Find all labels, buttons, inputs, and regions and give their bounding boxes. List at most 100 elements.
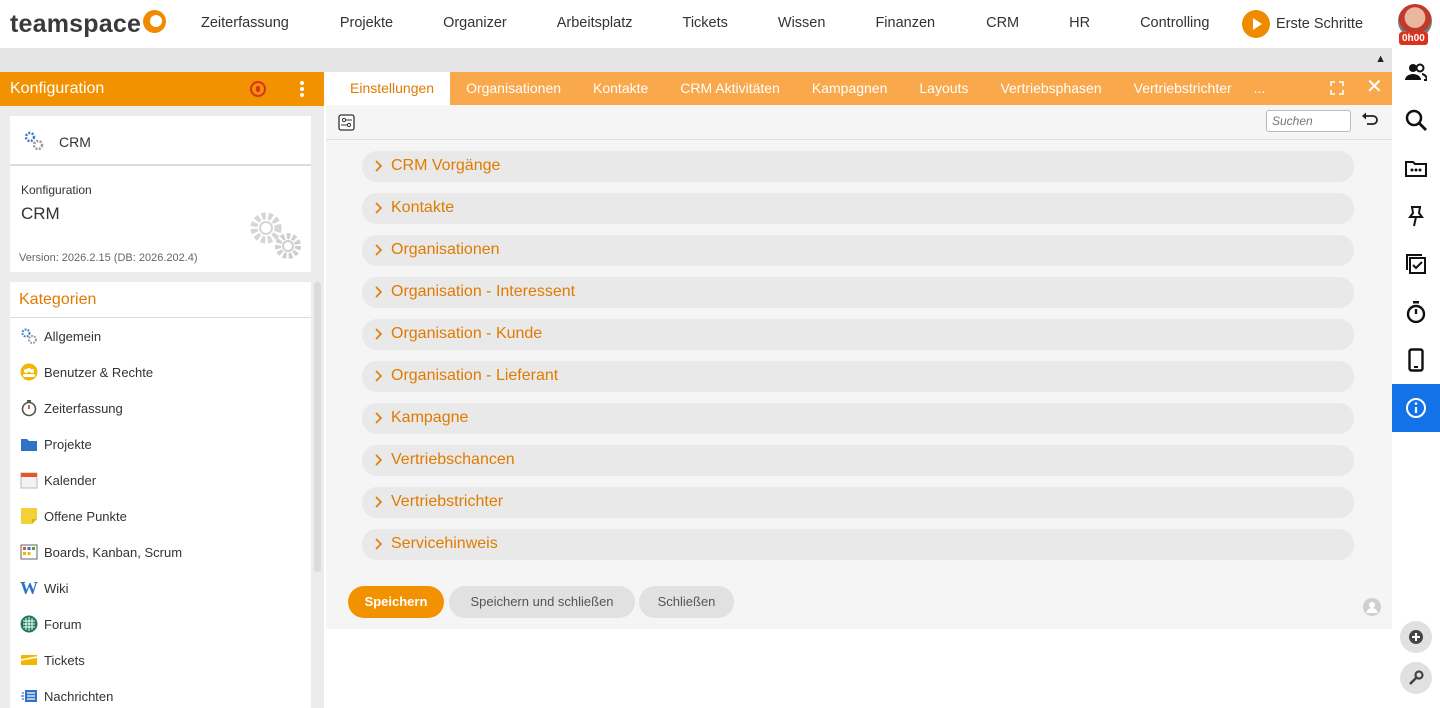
undo-icon[interactable] xyxy=(1361,111,1379,132)
section-title: Vertriebschancen xyxy=(391,451,515,468)
chevron-right-icon xyxy=(375,286,383,298)
save-and-close-button[interactable]: Speichern und schließen xyxy=(449,586,635,618)
category-allgemein[interactable]: Allgemein xyxy=(10,318,311,354)
nav-item-organizer[interactable]: Organizer xyxy=(443,0,507,48)
mobile-button[interactable] xyxy=(1392,336,1440,384)
tab-more[interactable]: ... xyxy=(1248,72,1274,105)
section-organisation-kunde[interactable]: Organisation - Kunde xyxy=(362,319,1354,350)
tab-einstellungen[interactable]: Einstellungen xyxy=(326,72,451,105)
more-options-icon[interactable] xyxy=(296,80,308,98)
logo[interactable]: teamspace xyxy=(10,10,141,39)
nav-item-projekte[interactable]: Projekte xyxy=(340,0,393,48)
first-steps-button[interactable]: Erste Schritte xyxy=(1242,10,1363,38)
section-kontakte[interactable]: Kontakte xyxy=(362,193,1354,224)
category-kalender[interactable]: Kalender xyxy=(10,462,311,498)
tab-layouts[interactable]: Layouts xyxy=(903,72,984,105)
tab-organisationen[interactable]: Organisationen xyxy=(450,72,577,105)
folder-dots-icon xyxy=(1405,161,1427,177)
close-button[interactable]: Schließen xyxy=(639,586,734,618)
tab-kampagnen[interactable]: Kampagnen xyxy=(796,72,904,105)
nav-item-crm[interactable]: CRM xyxy=(986,0,1019,48)
crm-name: CRM xyxy=(59,134,91,150)
tab-crm-aktivitaeten[interactable]: CRM Aktivitäten xyxy=(664,72,796,105)
settings-panel-icon[interactable] xyxy=(338,114,355,131)
tasks-button[interactable] xyxy=(1392,240,1440,288)
settings-content: CRM Vorgänge Kontakte Organisationen Org… xyxy=(326,140,1392,629)
category-label: Benutzer & Rechte xyxy=(44,364,154,380)
inbox-button[interactable] xyxy=(1392,144,1440,192)
fullscreen-icon[interactable] xyxy=(1330,81,1344,95)
config-label: Konfiguration xyxy=(21,183,92,197)
categories-title: Kategorien xyxy=(10,282,311,318)
contacts-button[interactable] xyxy=(1392,48,1440,96)
section-organisation-interessent[interactable]: Organisation - Interessent xyxy=(362,277,1354,308)
chevron-right-icon xyxy=(375,244,383,256)
info-icon xyxy=(1406,398,1426,418)
section-organisation-lieferant[interactable]: Organisation - Lieferant xyxy=(362,361,1354,392)
user-icon[interactable] xyxy=(1363,598,1381,616)
chevron-right-icon xyxy=(375,538,383,550)
category-wiki[interactable]: W Wiki xyxy=(10,570,311,606)
avatar[interactable]: 0h00 xyxy=(1398,4,1434,45)
category-zeiterfassung[interactable]: Zeiterfassung xyxy=(10,390,311,426)
section-vertriebstrichter[interactable]: Vertriebstrichter xyxy=(362,487,1354,518)
tools-button[interactable] xyxy=(1400,662,1432,694)
crm-row[interactable]: CRM xyxy=(10,116,311,166)
nav-item-wissen[interactable]: Wissen xyxy=(778,0,826,48)
add-widget-button[interactable] xyxy=(1400,621,1432,653)
pin-icon xyxy=(1408,206,1424,227)
category-label: Boards, Kanban, Scrum xyxy=(44,544,183,560)
tab-vertriebsphasen[interactable]: Vertriebsphasen xyxy=(984,72,1117,105)
category-label: Tickets xyxy=(44,652,85,668)
info-button[interactable] xyxy=(1392,384,1440,432)
category-projekte[interactable]: Projekte xyxy=(10,426,311,462)
category-offene-punkte[interactable]: Offene Punkte xyxy=(10,498,311,534)
chevron-right-icon xyxy=(375,370,383,382)
section-title: Organisation - Lieferant xyxy=(391,367,559,384)
section-kampagne[interactable]: Kampagne xyxy=(362,403,1354,434)
bug-icon[interactable] xyxy=(250,81,266,97)
chevron-right-icon xyxy=(375,160,383,172)
timer-button[interactable] xyxy=(1392,288,1440,336)
category-tickets[interactable]: Tickets xyxy=(10,642,311,678)
category-forum[interactable]: Forum xyxy=(10,606,311,642)
panel-title: Konfiguration xyxy=(10,80,105,97)
sticky-note-icon xyxy=(20,507,38,525)
search-icon xyxy=(1405,109,1427,131)
category-benutzer-rechte[interactable]: Benutzer & Rechte xyxy=(10,354,311,390)
search-button[interactable] xyxy=(1392,96,1440,144)
nav-item-controlling[interactable]: Controlling xyxy=(1140,0,1209,48)
nav-item-zeiterfassung[interactable]: Zeiterfassung xyxy=(201,0,289,48)
calendar-icon xyxy=(20,471,38,489)
nav-item-arbeitsplatz[interactable]: Arbeitsplatz xyxy=(557,0,633,48)
chevron-right-icon xyxy=(375,454,383,466)
section-title: Kontakte xyxy=(391,199,455,216)
footer-actions: Speichern Speichern und schließen Schlie… xyxy=(326,571,1392,639)
section-title: Kampagne xyxy=(391,409,469,426)
category-label: Offene Punkte xyxy=(44,508,127,524)
section-crm-vorgaenge[interactable]: CRM Vorgänge xyxy=(362,151,1354,182)
section-vertriebschancen[interactable]: Vertriebschancen xyxy=(362,445,1354,476)
nav-item-hr[interactable]: HR xyxy=(1069,0,1090,48)
category-nachrichten[interactable]: Nachrichten xyxy=(10,678,311,708)
collapse-up-icon[interactable]: ▲ xyxy=(1375,53,1386,65)
board-icon xyxy=(20,543,38,561)
tab-kontakte[interactable]: Kontakte xyxy=(577,72,664,105)
section-organisationen[interactable]: Organisationen xyxy=(362,235,1354,266)
tab-vertriebstrichter[interactable]: Vertriebstrichter xyxy=(1118,72,1248,105)
pin-button[interactable] xyxy=(1392,192,1440,240)
section-servicehinweis[interactable]: Servicehinweis xyxy=(362,529,1354,560)
plus-circle-icon xyxy=(1409,630,1423,644)
checklist-icon xyxy=(1406,254,1426,274)
stopwatch-icon xyxy=(1406,301,1426,323)
category-boards[interactable]: Boards, Kanban, Scrum xyxy=(10,534,311,570)
top-bar: teamspace Zeiterfassung Projekte Organiz… xyxy=(0,0,1440,48)
nav-item-tickets[interactable]: Tickets xyxy=(683,0,728,48)
play-icon xyxy=(1242,10,1270,38)
save-button[interactable]: Speichern xyxy=(348,586,444,618)
search-input[interactable] xyxy=(1266,110,1351,132)
section-title: Organisation - Interessent xyxy=(391,283,576,300)
nav-item-finanzen[interactable]: Finanzen xyxy=(875,0,935,48)
categories-scrollbar[interactable] xyxy=(314,282,321,572)
close-icon[interactable]: ✕ xyxy=(1366,76,1383,98)
